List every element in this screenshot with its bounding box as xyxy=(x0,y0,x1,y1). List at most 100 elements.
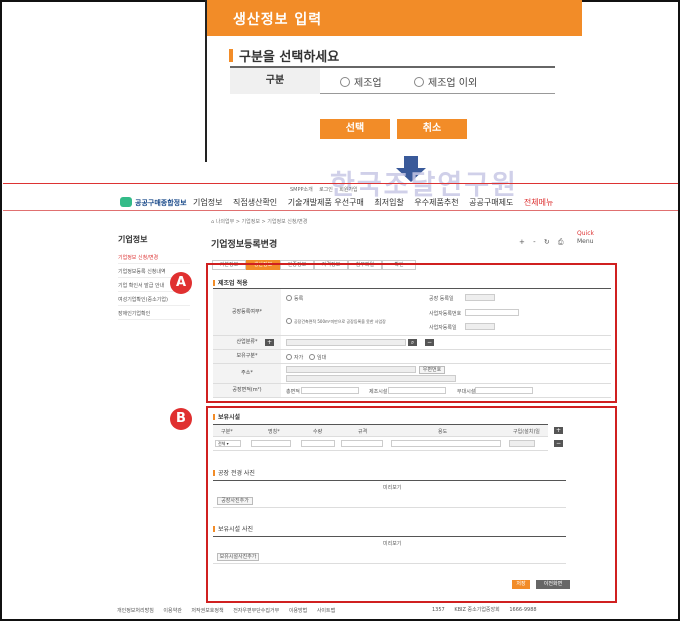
address-input-2[interactable] xyxy=(286,375,456,382)
lnb-title: 기업정보 xyxy=(118,235,148,244)
facility-header-row: 구분* 명칭* 수량 규격 용도 구입(설치)일 xyxy=(213,425,548,437)
remove-industry-button[interactable]: − xyxy=(425,339,434,346)
add-industry-button[interactable]: + xyxy=(265,339,274,346)
search-icon[interactable]: ⌕ xyxy=(408,339,417,346)
prev-button[interactable]: 이전화면 xyxy=(536,580,570,589)
dialog-header: 생산정보 입력 xyxy=(207,0,582,36)
photo1-title-text: 공장 전경 사진 xyxy=(218,470,255,477)
radio-icon[interactable] xyxy=(414,77,424,87)
radio-registered-label: 등록 xyxy=(294,296,304,302)
footer-links: 개인정보처리방침 이용약관 저작권보호정책 전자우편무단수집거부 이용방법 사이… xyxy=(117,607,343,614)
radio-small-factory[interactable]: 공장건축면적 500m²미만으로 공장등록을 못한 사업장 xyxy=(286,318,386,325)
footer-link-privacy[interactable]: 개인정보처리방침 xyxy=(117,608,154,614)
radio-small-factory-label: 공장건축면적 500m²미만으로 공장등록을 못한 사업장 xyxy=(294,319,386,324)
top-divider xyxy=(3,183,678,184)
logo-icon xyxy=(120,197,132,207)
col-use: 용도 xyxy=(438,429,448,435)
page-title: 기업정보등록변경 xyxy=(211,240,278,250)
footer-link-guide[interactable]: 이용방법 xyxy=(289,608,307,614)
util-link-login[interactable]: 로그인 xyxy=(319,187,333,193)
nav-item-company[interactable]: 기업정보 xyxy=(193,198,222,207)
remove-facility-button[interactable]: − xyxy=(554,440,563,447)
type-select[interactable]: 전체 ▾ xyxy=(215,440,241,447)
footer-org: KBIZ 중소기업중앙회 xyxy=(454,607,500,613)
util-link-intro[interactable]: SMPP소개 xyxy=(290,187,313,193)
lnb-item-disabled[interactable]: 장애인기업확인 xyxy=(118,310,190,320)
select-button[interactable]: 선택 xyxy=(320,119,390,139)
main-nav: 기업정보 직접생산확인 기술개발제품 우선구매 최저입찰 우수제품추천 공공구매… xyxy=(193,197,561,208)
industry-input[interactable] xyxy=(286,339,406,346)
add-facility-photo-button[interactable]: 보유시설사진추가 xyxy=(217,553,259,561)
radio-lease[interactable]: 임대 xyxy=(309,354,326,361)
radio-icon[interactable] xyxy=(286,354,292,360)
nav-item-direct-production[interactable]: 직접생산확인 xyxy=(233,198,277,207)
address-input-1[interactable] xyxy=(286,366,416,373)
biz-no-input[interactable] xyxy=(465,309,519,316)
facility-date-input[interactable] xyxy=(509,440,535,447)
footer-link-copyright[interactable]: 저작권보호정책 xyxy=(191,608,223,614)
col-name: 명칭* xyxy=(268,429,280,435)
radio-non-manufacturing[interactable]: 제조업 이외 xyxy=(414,74,477,89)
radio-own[interactable]: 자가 xyxy=(286,354,303,361)
radio-registered[interactable]: 등록 xyxy=(286,295,303,302)
zipcode-button[interactable]: 우편번호 xyxy=(419,366,445,374)
util-link-join[interactable]: 회원가입 xyxy=(339,187,357,193)
facility-qty-input[interactable] xyxy=(301,440,335,447)
section-a-title-text: 제조업 적용 xyxy=(218,280,248,287)
add-facility-button[interactable]: + xyxy=(554,427,563,434)
table-row: 공장면적(m²) 총면적 제조시설 부대시설 xyxy=(213,384,611,398)
label-mfg-facility: 제조시설 xyxy=(369,389,388,395)
cancel-button[interactable]: 취소 xyxy=(397,119,467,139)
lnb-item-women[interactable]: 여성기업확인(중소기업) xyxy=(118,296,190,306)
mfg-area-input[interactable] xyxy=(388,387,446,394)
section-b-title-text: 보유시설 xyxy=(218,414,241,421)
aux-area-input[interactable] xyxy=(475,387,533,394)
table-row: 공장등록여부* 등록 공장건축면적 500m²미만으로 공장등록을 못한 사업장… xyxy=(213,289,611,336)
facility-name-input[interactable] xyxy=(251,440,291,447)
util-links: SMPP소개 로그인 회원가입 xyxy=(290,186,358,193)
add-factory-photo-button[interactable]: 공장사진추가 xyxy=(217,497,253,505)
photo1-preview-head: 미리보기 xyxy=(383,485,402,491)
bar-icon xyxy=(213,470,215,476)
nav-item-lowest-bid[interactable]: 최저입찰 xyxy=(374,198,403,207)
radio-manufacturing[interactable]: 제조업 xyxy=(340,74,382,89)
table-row: 보유구분* 자가 임대 xyxy=(213,350,611,364)
type-select-value: 전체 xyxy=(218,441,226,446)
logo-text: 공공구매종합정보 xyxy=(135,199,187,207)
col-qty: 수량 xyxy=(313,429,323,435)
label-biz-date: 사업자등록일 xyxy=(429,325,457,331)
footer-link-sitemap[interactable]: 사이트맵 xyxy=(317,608,335,614)
page-tools[interactable]: + - ↻ ⎙ xyxy=(519,238,567,247)
radio-lease-label: 임대 xyxy=(317,355,327,361)
bar-icon xyxy=(213,414,215,420)
facility-data-row: 전체 ▾ xyxy=(213,437,548,451)
photo1-title: 공장 전경 사진 xyxy=(213,468,255,477)
label-aux-facility: 부대시설 xyxy=(457,389,476,395)
nav-item-tech-products[interactable]: 기술개발제품 우선구매 xyxy=(288,198,364,207)
footer-link-terms[interactable]: 이용약관 xyxy=(163,608,181,614)
lnb-item-apply[interactable]: 기업정보 신청/변경 xyxy=(118,254,190,264)
facility-use-input[interactable] xyxy=(391,440,501,447)
radio-icon[interactable] xyxy=(286,318,292,324)
facility-spec-input[interactable] xyxy=(341,440,383,447)
label-ownership: 보유구분* xyxy=(213,350,281,363)
dialog-section-title: 구분을 선택하세요 xyxy=(229,46,339,65)
radio-icon[interactable] xyxy=(309,354,315,360)
nav-item-all-menu[interactable]: 전체메뉴 xyxy=(524,198,553,207)
nav-item-excellent[interactable]: 우수제품추천 xyxy=(414,198,458,207)
radio-own-label: 자가 xyxy=(294,355,304,361)
label-factory-reg: 공장등록여부* xyxy=(213,289,281,335)
section-a-title: 제조업 적용 xyxy=(213,278,248,287)
total-area-input[interactable] xyxy=(301,387,359,394)
radio-icon[interactable] xyxy=(286,295,292,301)
quick-menu[interactable]: Quick Menu xyxy=(577,230,594,246)
nav-item-procurement[interactable]: 공공구매제도 xyxy=(469,198,513,207)
facility-table: 구분* 명칭* 수량 규격 용도 구입(설치)일 전체 ▾ xyxy=(213,424,548,451)
save-button[interactable]: 저장 xyxy=(512,580,530,589)
factory-date-input[interactable] xyxy=(465,294,495,301)
radio-icon[interactable] xyxy=(340,77,350,87)
biz-date-input[interactable] xyxy=(465,323,495,330)
site-logo[interactable]: 공공구매종합정보 xyxy=(120,197,187,208)
footer-link-email[interactable]: 전자우편무단수집거부 xyxy=(233,608,279,614)
section-b-title: 보유시설 xyxy=(213,412,240,421)
